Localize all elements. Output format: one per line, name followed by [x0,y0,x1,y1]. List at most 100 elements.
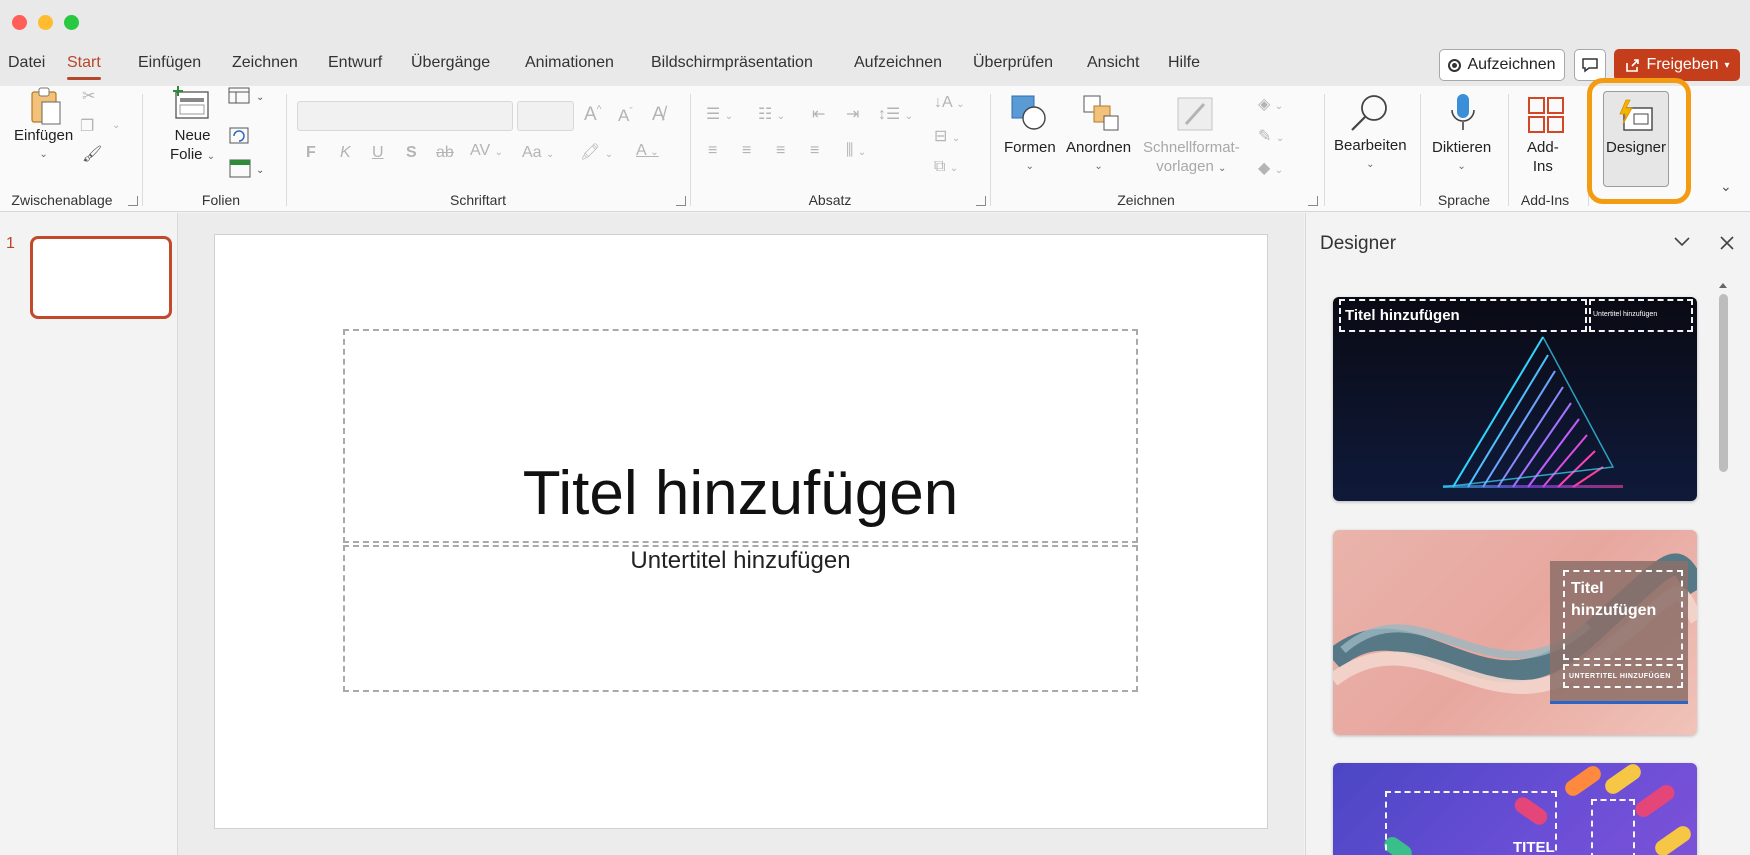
shape-outline-icon[interactable]: ✎ ⌄ [1258,126,1284,146]
record-icon [1448,58,1462,72]
tab-start[interactable]: Start [67,54,101,80]
slide-subtitle-text[interactable]: Untertitel hinzufügen [343,547,1138,575]
increase-font-icon[interactable]: A^ [584,104,601,126]
chevron-down-icon: ⌄ [1457,161,1466,172]
tab-einfuegen[interactable]: Einfügen [138,54,201,72]
addins-button[interactable]: Add- Ins [1527,138,1559,176]
underline-icon[interactable]: U [372,144,384,162]
font-family-combo[interactable] [297,101,513,131]
quick-styles-icon [1177,97,1213,131]
text-direction-icon[interactable]: ↓A ⌄ [934,94,965,112]
paste-label: Einfügen [14,127,74,144]
shapes-button[interactable]: Formen ⌄ [1004,138,1056,176]
svg-text:⌄: ⌄ [256,92,264,103]
line-spacing-icon[interactable]: ↕☰ ⌄ [878,104,913,124]
paragraph-launcher-icon[interactable] [976,196,986,206]
bold-icon[interactable]: F [306,144,316,162]
svg-text:⌄: ⌄ [256,165,264,176]
italic-icon[interactable]: K [340,144,351,162]
highlight-color-icon[interactable]: 🖍 ⌄ [580,142,613,162]
format-painter-icon[interactable]: 🖌 [82,144,102,164]
character-spacing-icon[interactable]: AV ⌄ [470,142,503,160]
tab-ansicht[interactable]: Ansicht [1087,54,1139,72]
scrollbar-thumb[interactable] [1719,294,1728,472]
minimize-window-button[interactable] [38,15,53,30]
reset-slide-icon[interactable] [228,126,252,146]
align-text-icon[interactable]: ⊟ ⌄ [934,126,960,146]
zoom-window-button[interactable] [64,15,79,30]
card-title-text: Titel hinzufügen [1571,578,1656,622]
shadow-icon[interactable]: S [406,144,417,162]
align-center-icon[interactable]: ≡ [742,142,751,160]
close-window-button[interactable] [12,15,27,30]
align-left-icon[interactable]: ≡ [708,142,717,160]
card-subtitle-text: Untertitel hinzufügen [1593,311,1658,318]
group-label-clipboard: Zwischenablage [11,192,113,208]
share-button[interactable]: Freigeben ▾ [1614,49,1740,81]
design-idea-card[interactable]: Titel hinzufügen Untertitel hinzufügen [1333,297,1697,501]
clear-formatting-icon[interactable]: A̸ [652,104,665,126]
decrease-font-icon[interactable]: Aˇ [618,106,633,126]
comments-button[interactable] [1574,49,1606,81]
tab-zeichnen[interactable]: Zeichnen [232,54,298,72]
shape-effects-icon[interactable]: ◆ ⌄ [1258,158,1283,178]
scroll-up-icon[interactable] [1716,280,1730,290]
chevron-down-icon: ⌄ [1218,163,1227,174]
change-case-icon[interactable]: Aa ⌄ [522,144,554,162]
drawing-launcher-icon[interactable] [1308,196,1318,206]
design-idea-card[interactable]: Titel hinzufügen UNTERTITEL HINZUFÜGEN [1333,530,1697,735]
tab-uebergaenge[interactable]: Übergänge [411,54,490,72]
card-accent-bar [1550,701,1688,704]
tab-animationen[interactable]: Animationen [525,54,614,72]
share-icon [1626,59,1640,72]
pane-options-chevron-icon[interactable] [1672,234,1692,250]
arrange-button[interactable]: Anordnen ⌄ [1066,138,1131,176]
dictate-button[interactable]: Diktieren ⌄ [1432,138,1491,176]
font-color-icon[interactable]: A ⌄ [636,142,659,160]
design-idea-card[interactable]: TITEL [1333,763,1697,855]
new-slide-button[interactable]: Neue Folie ⌄ [170,126,215,166]
collapse-ribbon-icon[interactable]: ⌄ [1720,178,1732,195]
close-pane-icon[interactable] [1718,234,1736,252]
slide-number: 1 [6,235,15,252]
paste-button[interactable]: Einfügen ⌄ [14,126,73,164]
chevron-down-icon[interactable]: ⌄ [112,120,120,131]
columns-icon[interactable]: ⫼ ⌄ [846,142,866,160]
bullets-icon[interactable]: ☰ ⌄ [706,104,733,124]
group-label-font: Schriftart [449,192,507,208]
chevron-down-icon: ⌄ [1366,159,1375,170]
slide-title-text[interactable]: Titel hinzufügen [343,458,1138,529]
increase-indent-icon[interactable]: ⇥ [846,104,859,124]
record-button[interactable]: Aufzeichnen [1439,49,1565,81]
justify-icon[interactable]: ≡ [810,142,819,160]
tab-entwurf[interactable]: Entwurf [328,54,382,72]
edit-button[interactable]: Bearbeiten ⌄ [1334,136,1407,174]
chevron-down-icon: ⌄ [1025,161,1035,172]
change-case-label: Aa [522,144,542,161]
decrease-indent-icon[interactable]: ⇤ [812,104,825,124]
layout-icon[interactable]: ⌄ [228,86,268,106]
new-slide-icon [173,86,209,119]
shape-fill-icon[interactable]: ◈ ⌄ [1258,94,1283,114]
quick-styles-button[interactable]: Schnellformat- vorlagen ⌄ [1143,138,1240,178]
quick-styles-label-2: vorlagen [1156,158,1214,175]
clipboard-launcher-icon[interactable] [128,196,138,206]
tab-datei[interactable]: Datei [8,54,45,72]
align-right-icon[interactable]: ≡ [776,142,785,160]
font-launcher-icon[interactable] [676,196,686,206]
slide-thumbnail[interactable] [30,236,172,319]
copy-icon[interactable]: ❐ [80,116,94,136]
new-slide-label-1: Neue [174,127,211,144]
separator [1324,94,1325,206]
section-icon[interactable]: ⌄ [228,158,268,180]
cut-icon[interactable]: ✂ [82,86,95,106]
strikethrough-icon[interactable]: ab [436,144,454,162]
tab-ueberpruefen[interactable]: Überprüfen [973,54,1053,72]
font-size-combo[interactable] [517,101,574,131]
convert-smartart-icon[interactable]: ⧉ ⌄ [934,158,958,176]
tab-bildschirmpraesentation[interactable]: Bildschirmpräsentation [651,54,813,72]
numbering-icon[interactable]: ☷ ⌄ [758,104,785,124]
tab-hilfe[interactable]: Hilfe [1168,54,1200,72]
tab-aufzeichnen[interactable]: Aufzeichnen [854,54,942,72]
card-subtitle-placeholder [1591,799,1635,855]
